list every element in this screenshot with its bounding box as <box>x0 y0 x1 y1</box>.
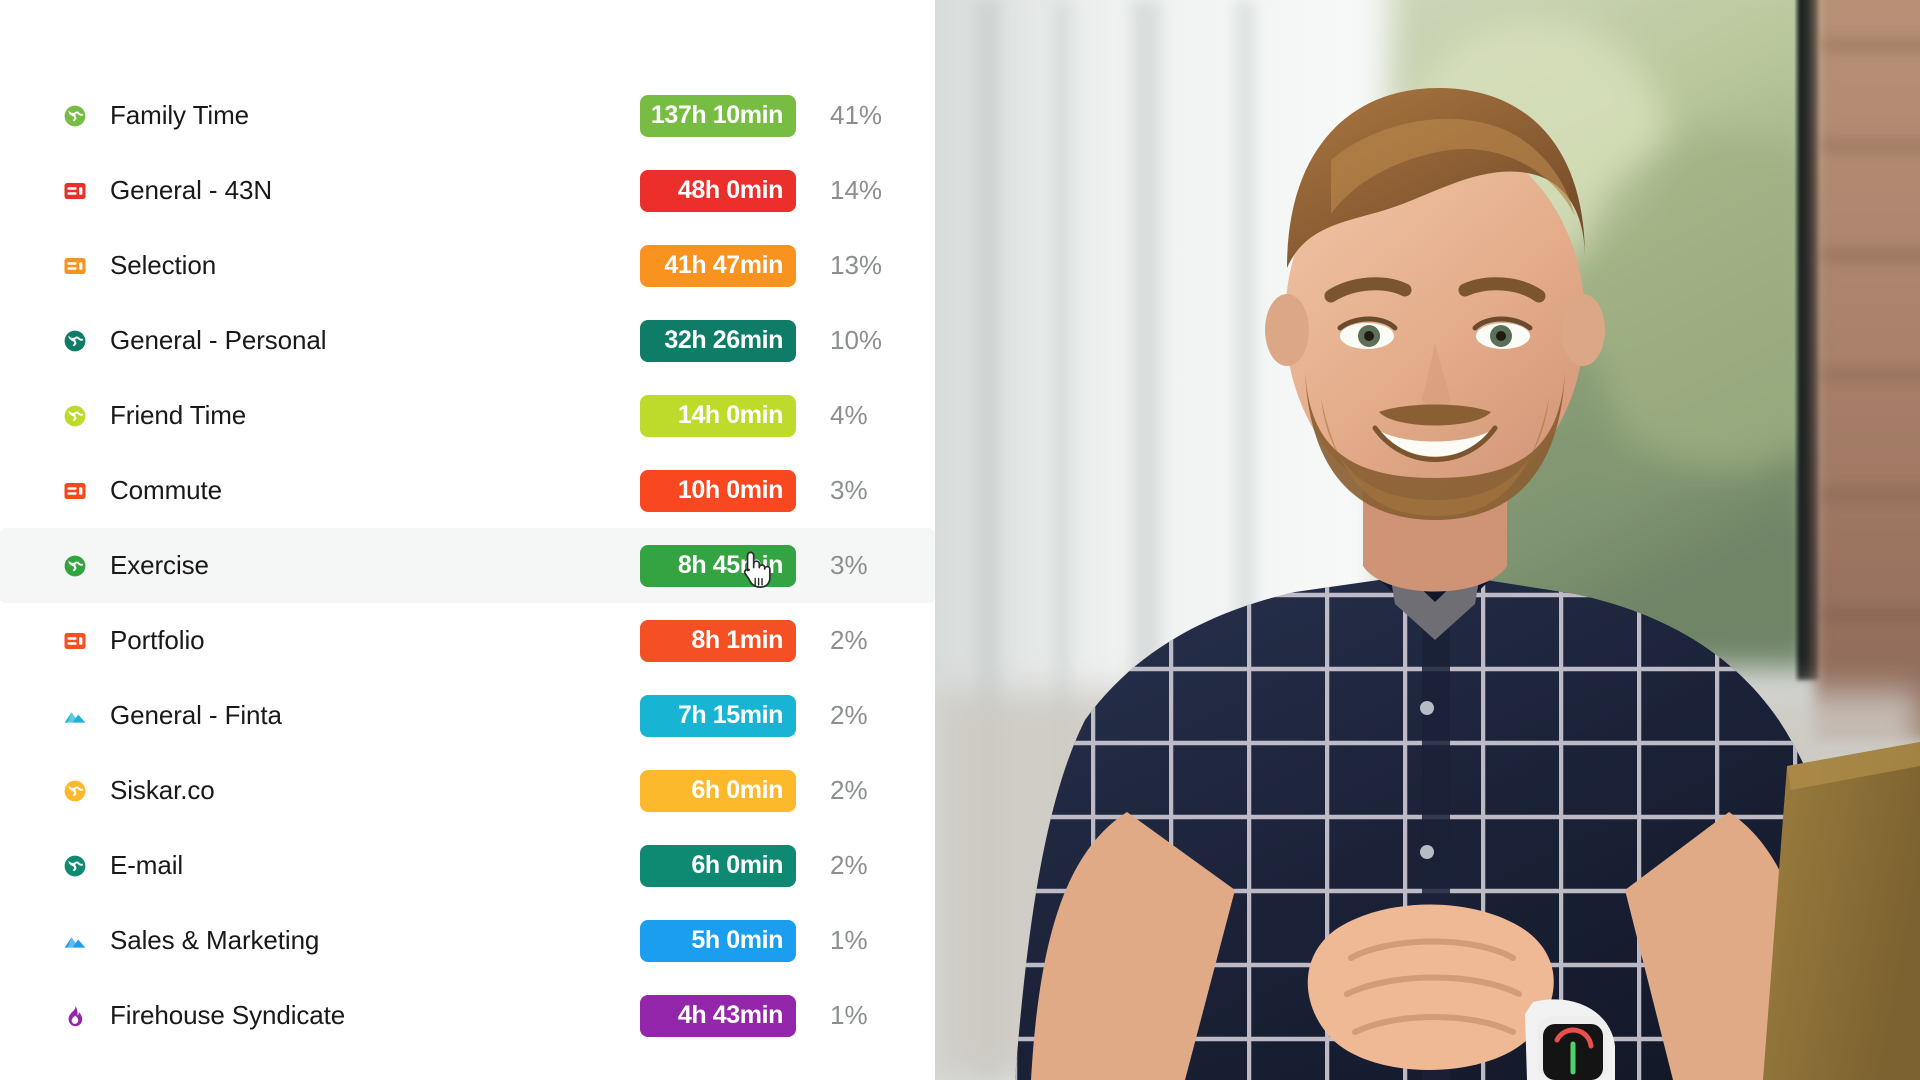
duration-pill[interactable]: 32h 26min <box>640 319 796 362</box>
time-report-list: Family Time 137h 10min 41% General - 43N 48h… <box>0 78 935 1053</box>
report-row[interactable]: Friend Time 14h 0min 4% <box>0 378 935 453</box>
duration-pill[interactable]: 41h 47min <box>640 244 796 287</box>
duration-pill[interactable]: 7h 15min <box>640 694 796 737</box>
project-label: General - Personal <box>110 325 327 355</box>
globe-icon <box>62 103 88 129</box>
report-row[interactable]: Firehouse Syndicate 4h 43min 1% <box>0 978 935 1053</box>
report-row[interactable]: Exercise 8h 45min 3% <box>0 528 935 603</box>
report-row[interactable]: General - Finta 7h 15min 2% <box>0 678 935 753</box>
percent-value: 1% <box>830 1000 868 1030</box>
percent-value: 2% <box>830 700 868 730</box>
project-label: Family Time <box>110 100 250 130</box>
report-row[interactable]: Sales & Marketing 5h 0min 1% <box>0 903 935 978</box>
percent-value: 2% <box>830 850 868 880</box>
duration-pill[interactable]: 8h 45min <box>640 544 796 587</box>
mountain-icon <box>62 703 88 729</box>
card-list-icon <box>62 628 88 654</box>
project-label: Sales & Marketing <box>110 925 320 955</box>
globe-icon <box>62 853 88 879</box>
duration-pill[interactable]: 8h 1min <box>640 619 796 662</box>
project-label: Commute <box>110 475 222 505</box>
percent-value: 14% <box>830 175 883 205</box>
globe-icon <box>62 328 88 354</box>
duration-pill[interactable]: 48h 0min <box>640 169 796 212</box>
globe-icon <box>62 778 88 804</box>
percent-value: 41% <box>830 100 883 130</box>
duration-pill[interactable]: 137h 10min <box>640 94 796 137</box>
percent-value: 2% <box>830 775 868 805</box>
project-label: Portfolio <box>110 625 205 655</box>
mountain-icon <box>62 928 88 954</box>
duration-pill[interactable]: 6h 0min <box>640 844 796 887</box>
globe-icon <box>62 403 88 429</box>
percent-value: 4% <box>830 400 868 430</box>
card-list-icon <box>62 253 88 279</box>
report-row[interactable]: E-mail 6h 0min 2% <box>0 828 935 903</box>
globe-icon <box>62 553 88 579</box>
report-row[interactable]: Family Time 137h 10min 41% <box>0 78 935 153</box>
project-label: Selection <box>110 250 217 280</box>
percent-value: 13% <box>830 250 883 280</box>
webcam-image <box>935 0 1920 1080</box>
duration-pill[interactable]: 14h 0min <box>640 394 796 437</box>
percent-value: 3% <box>830 475 868 505</box>
flame-icon <box>62 1003 88 1029</box>
percent-value: 2% <box>830 625 868 655</box>
percent-value: 10% <box>830 325 883 355</box>
percent-value: 1% <box>830 925 868 955</box>
report-row[interactable]: Selection 41h 47min 13% <box>0 228 935 303</box>
report-row[interactable]: Siskar.co 6h 0min 2% <box>0 753 935 828</box>
screen-root: Family Time 137h 10min 41% General - 43N 48h… <box>0 0 1920 1080</box>
project-label: Friend Time <box>110 400 247 430</box>
project-label: Firehouse Syndicate <box>110 1000 346 1030</box>
report-row[interactable]: Commute 10h 0min 3% <box>0 453 935 528</box>
duration-pill[interactable]: 5h 0min <box>640 919 796 962</box>
card-list-icon <box>62 178 88 204</box>
duration-pill[interactable]: 10h 0min <box>640 469 796 512</box>
project-label: Siskar.co <box>110 775 215 805</box>
report-row[interactable]: Portfolio 8h 1min 2% <box>0 603 935 678</box>
project-label: Exercise <box>110 550 209 580</box>
percent-value: 3% <box>830 550 868 580</box>
time-report-panel: Family Time 137h 10min 41% General - 43N 48h… <box>0 0 935 1080</box>
project-label: E-mail <box>110 850 184 880</box>
duration-pill[interactable]: 6h 0min <box>640 769 796 812</box>
webcam-video-feed[interactable] <box>935 0 1920 1080</box>
card-list-icon <box>62 478 88 504</box>
project-label: General - 43N <box>110 175 272 205</box>
report-row[interactable]: General - Personal 32h 26min 10% <box>0 303 935 378</box>
project-label: General - Finta <box>110 700 282 730</box>
report-row[interactable]: General - 43N 48h 0min 14% <box>0 153 935 228</box>
duration-pill[interactable]: 4h 43min <box>640 994 796 1037</box>
